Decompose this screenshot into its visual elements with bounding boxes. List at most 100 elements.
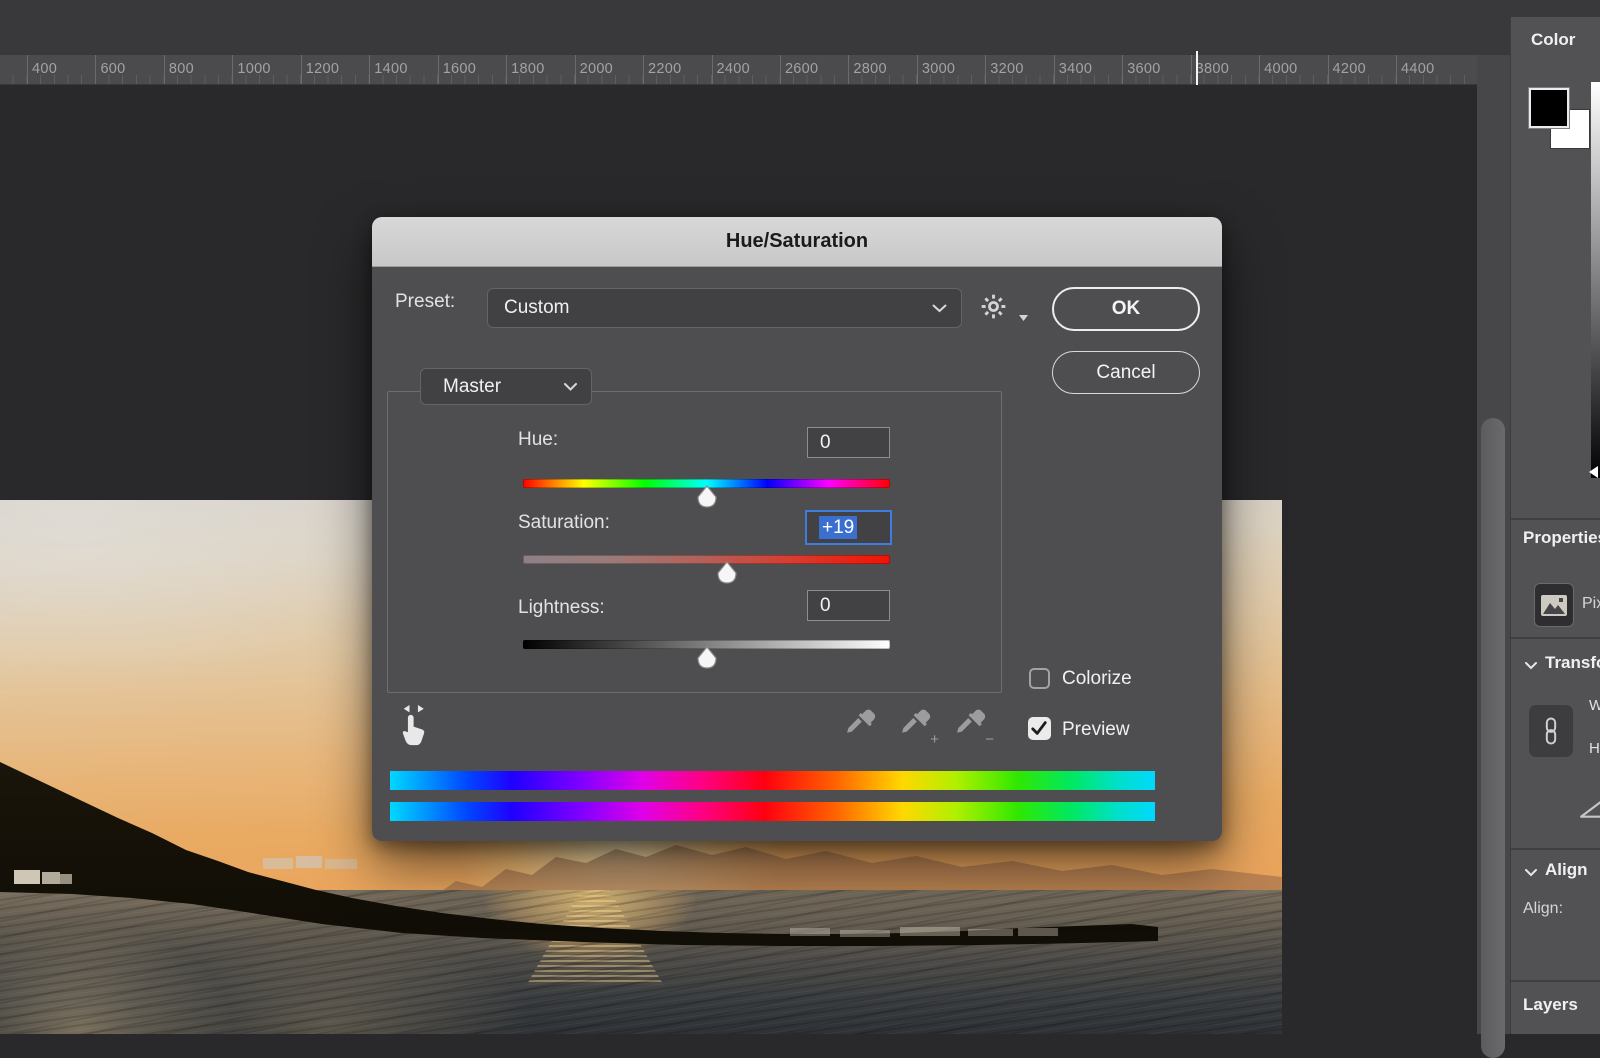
preset-value: Custom <box>488 297 932 319</box>
scrubby-hand-icon[interactable] <box>400 700 438 748</box>
photo-wave-texture <box>0 890 1282 1034</box>
chevron-down-icon[interactable] <box>1525 869 1537 877</box>
ruler-label: 2400 <box>717 61 750 77</box>
ruler-major-tick <box>1328 55 1329 85</box>
photo-buildings <box>790 928 830 936</box>
dialog-title-bar[interactable]: Hue/Saturation <box>372 217 1222 267</box>
section-align[interactable]: Align <box>1545 860 1588 880</box>
ruler-major-tick <box>27 55 28 85</box>
ruler-major-tick <box>232 55 233 85</box>
saturation-input[interactable]: +19 <box>805 510 892 545</box>
panel-divider <box>1511 518 1600 520</box>
ruler-major-tick <box>780 55 781 85</box>
ruler-label: 4000 <box>1264 61 1297 77</box>
color-value-strip[interactable] <box>1591 82 1600 478</box>
hue-slider-thumb[interactable] <box>695 485 719 508</box>
checkmark-icon <box>1030 720 1048 736</box>
ruler-major-tick <box>1054 55 1055 85</box>
colorize-label: Colorize <box>1062 668 1132 690</box>
ruler-major-tick <box>575 55 576 85</box>
hue-input[interactable]: 0 <box>807 427 890 458</box>
saturation-slider[interactable] <box>523 555 890 564</box>
preview-checkbox[interactable] <box>1028 717 1051 740</box>
color-value-marker[interactable] <box>1589 466 1598 478</box>
ruler-major-tick <box>848 55 849 85</box>
scrollbar-thumb[interactable] <box>1481 418 1505 1058</box>
dialog-title: Hue/Saturation <box>726 230 868 253</box>
chevron-down-icon[interactable] <box>1525 662 1537 670</box>
ruler-major-tick <box>985 55 986 85</box>
lightness-input[interactable]: 0 <box>807 590 890 621</box>
ruler-label: 600 <box>100 61 125 77</box>
chain-link-icon <box>1541 714 1561 748</box>
ruler-label: 2600 <box>785 61 818 77</box>
ruler-major-tick <box>1259 55 1260 85</box>
cancel-button[interactable]: Cancel <box>1052 351 1200 394</box>
photo-buildings <box>42 872 60 884</box>
hue-value: 0 <box>820 432 831 453</box>
align-label: Align: <box>1523 900 1563 918</box>
eyedropper-button[interactable] <box>842 706 886 750</box>
chevron-down-icon <box>932 304 947 313</box>
tab-layers[interactable]: Layers <box>1523 995 1578 1015</box>
ruler-label: 1400 <box>374 61 407 77</box>
canvas-vertical-scrollbar[interactable] <box>1477 55 1510 1034</box>
add-to-sample-eyedropper-button[interactable]: + <box>897 706 941 750</box>
hue-slider[interactable] <box>523 479 890 488</box>
section-transform[interactable]: Transform <box>1545 653 1600 673</box>
ruler-major-tick <box>1191 55 1192 85</box>
lightness-label: Lightness: <box>518 597 605 619</box>
skew-triangle-icon[interactable] <box>1579 797 1600 819</box>
plus-suffix: + <box>930 731 939 748</box>
ruler-major-tick <box>164 55 165 85</box>
ruler-label: 3400 <box>1059 61 1092 77</box>
ruler-label: 1000 <box>237 61 270 77</box>
ruler-label: 1600 <box>443 61 476 77</box>
right-panel: Color Properties Pixel Transform W H Ali… <box>1510 17 1600 1034</box>
minus-suffix: − <box>985 731 994 748</box>
ruler-label: 4200 <box>1333 61 1366 77</box>
ruler-label: 400 <box>32 61 57 77</box>
preset-dropdown[interactable]: Custom <box>487 288 962 328</box>
subtract-from-sample-eyedropper-button[interactable]: − <box>952 706 996 750</box>
tab-properties[interactable]: Properties <box>1523 528 1600 548</box>
ruler-major-tick <box>1122 55 1123 85</box>
pixel-layer-thumbnail-icon[interactable] <box>1534 583 1574 627</box>
panel-divider <box>1511 980 1600 982</box>
colorize-checkbox[interactable] <box>1029 668 1050 689</box>
eyedropper-minus-icon <box>952 706 986 740</box>
ruler-label: 3600 <box>1127 61 1160 77</box>
channel-dropdown[interactable]: Master <box>420 368 592 405</box>
ruler-major-tick <box>301 55 302 85</box>
hue-label: Hue: <box>518 429 558 451</box>
caret-down-icon <box>1019 315 1028 321</box>
lightness-slider[interactable] <box>523 640 890 649</box>
link-dimensions-button[interactable] <box>1529 705 1573 757</box>
saturation-slider-thumb[interactable] <box>715 561 739 584</box>
ruler-major-tick <box>643 55 644 85</box>
panel-divider <box>1511 637 1600 639</box>
hue-spectrum-bar-original <box>390 771 1155 790</box>
photo-buildings <box>60 874 72 884</box>
lightness-value: 0 <box>820 595 831 616</box>
ruler-label: 2200 <box>648 61 681 77</box>
foreground-color-swatch[interactable] <box>1529 88 1569 128</box>
hue-saturation-dialog: Hue/Saturation Preset: Custom OK Cancel … <box>372 217 1222 841</box>
ruler-label: 3200 <box>990 61 1023 77</box>
height-label: H <box>1589 740 1600 757</box>
ruler-scale[interactable]: 4006008001000120014001600180020002200240… <box>0 55 1477 85</box>
lightness-slider-thumb[interactable] <box>695 646 719 669</box>
preset-label: Preset: <box>395 291 455 313</box>
photo-buildings <box>296 856 322 868</box>
photo-buildings <box>325 859 357 869</box>
photo-buildings <box>968 929 1013 936</box>
photo-buildings <box>263 858 293 869</box>
ruler-label: 800 <box>169 61 194 77</box>
saturation-value: +19 <box>819 516 857 539</box>
photo-buildings <box>900 927 960 936</box>
ok-button[interactable]: OK <box>1052 287 1200 331</box>
ruler-label: 4400 <box>1401 61 1434 77</box>
tab-color[interactable]: Color <box>1531 30 1575 50</box>
preset-options-button[interactable] <box>980 293 1030 325</box>
chevron-down-icon <box>564 383 577 391</box>
